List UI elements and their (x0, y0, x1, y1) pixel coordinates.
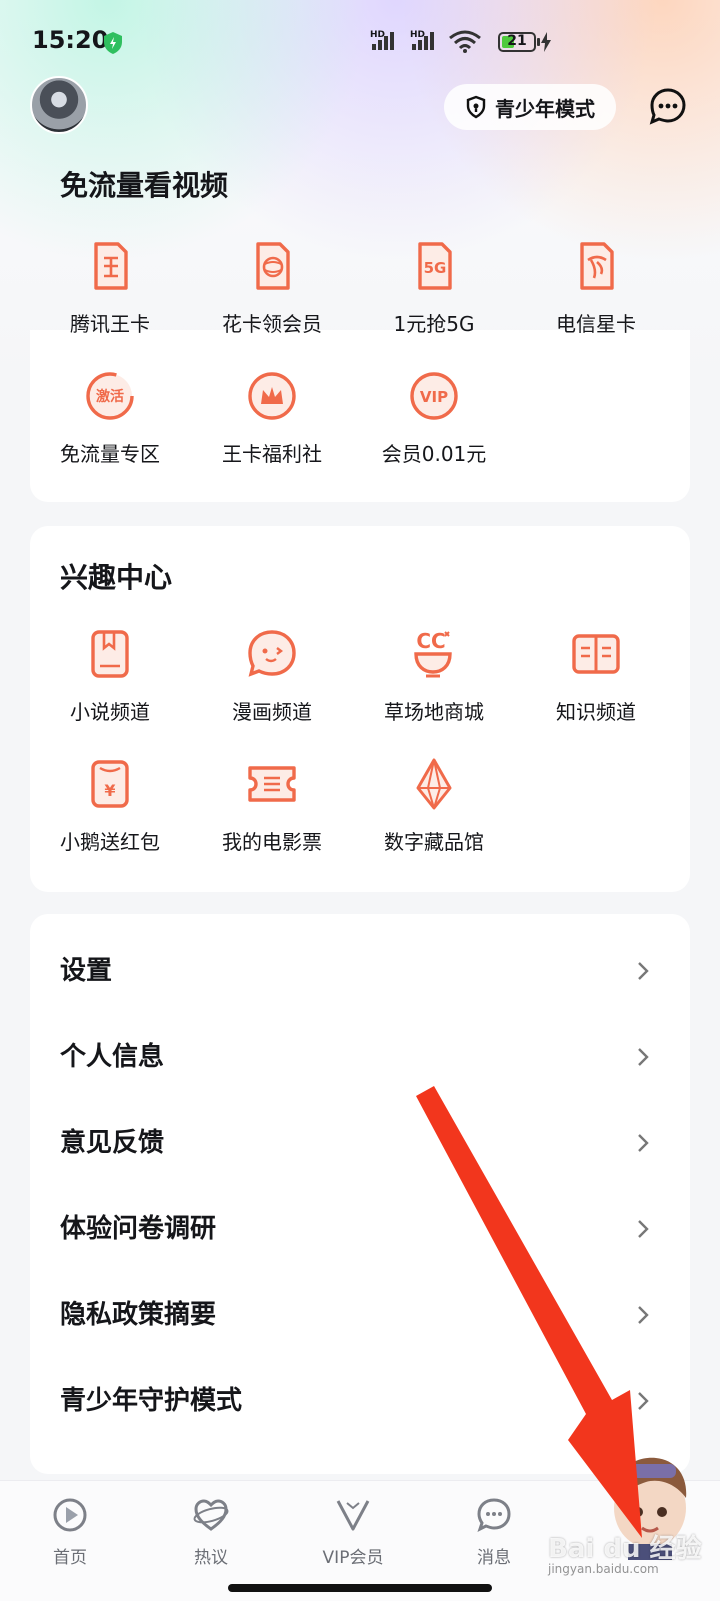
tab-label: VIP会员 (322, 1548, 384, 1568)
menu-item-teen-guard[interactable]: 青少年守护模式 (30, 1358, 690, 1444)
interest-item-novel[interactable]: 小说频道 (28, 624, 192, 725)
status-bar: 15:20 HD HD 21 (0, 0, 720, 80)
message-bubble-icon[interactable] (648, 86, 688, 126)
5g-sim-icon: 5G (418, 242, 452, 290)
huaka-sim-icon (256, 242, 290, 290)
diamond-icon (416, 758, 452, 810)
menu-item-privacy[interactable]: 隐私政策摘要 (30, 1272, 690, 1358)
interest-item-ticket[interactable]: 我的电影票 (190, 754, 354, 855)
interest-item-redpacket[interactable]: ¥ 小鹅送红包 (28, 754, 192, 855)
activate-icon: 激活 (86, 372, 134, 420)
menu-item-label: 意见反馈 (60, 1128, 165, 1158)
hot-topic-icon (193, 1499, 229, 1531)
menu-item-label: 个人信息 (60, 1042, 165, 1072)
tab-home[interactable]: 首页 (10, 1495, 130, 1568)
wangka-sim-icon (94, 242, 128, 290)
free-item-label: 电信星卡 (556, 312, 636, 336)
chevron-right-icon (638, 1306, 649, 1324)
free-item-label: 1元抢5G (393, 312, 475, 336)
baidu-watermark: Bai du 经验 (548, 1534, 702, 1564)
chevron-right-icon (638, 962, 649, 980)
free-data-title: 免流量看视频 (60, 169, 229, 202)
wifi-icon (449, 30, 481, 53)
tab-messages[interactable]: 消息 (434, 1495, 554, 1568)
tab-label: 首页 (53, 1548, 87, 1568)
user-avatar[interactable] (30, 76, 88, 134)
interest-item-collectibles[interactable]: 数字藏品馆 (352, 754, 516, 855)
telecom-sim-icon (580, 242, 614, 290)
chevron-right-icon (638, 1392, 649, 1410)
interest-item-label: 知识频道 (556, 700, 636, 724)
tab-vip[interactable]: VIP会员 (293, 1495, 413, 1568)
interest-item-label: 我的电影票 (222, 830, 322, 854)
interest-item-label: 小鹅送红包 (60, 830, 160, 854)
battery-icon: 21 (498, 32, 536, 52)
ticket-icon (248, 766, 296, 802)
interest-item-shop[interactable]: CC 草场地商城 (352, 624, 516, 725)
free-item-label: 腾讯王卡 (70, 312, 150, 336)
svg-text:5G: 5G (424, 259, 447, 277)
menu-item-feedback[interactable]: 意见反馈 (30, 1100, 690, 1186)
status-time: 15:20 (32, 26, 109, 54)
message-tab-icon (477, 1498, 511, 1532)
tab-hot[interactable]: 热议 (151, 1495, 271, 1568)
teen-mode-label: 青少年模式 (495, 96, 595, 121)
signal-1-icon (372, 32, 394, 50)
comic-face-icon (248, 630, 296, 677)
free-item-huaka[interactable]: 花卡领会员 (190, 236, 354, 337)
svg-text:VIP: VIP (420, 388, 448, 406)
svg-text:¥: ¥ (104, 781, 115, 800)
book-icon (91, 630, 129, 678)
menu-item-personal-info[interactable]: 个人信息 (30, 1014, 690, 1100)
free-item-telecom[interactable]: 电信星卡 (514, 236, 678, 337)
interest-item-label: 漫画频道 (232, 700, 312, 724)
teen-mode-button[interactable]: 青少年模式 (444, 84, 616, 130)
chevron-right-icon (638, 1220, 649, 1238)
menu-item-settings[interactable]: 设置 (30, 928, 690, 1014)
charging-bolt-icon (541, 32, 551, 52)
menu-item-label: 设置 (60, 956, 113, 986)
teen-shield-icon (466, 95, 486, 119)
chevron-right-icon (638, 1134, 649, 1152)
interest-item-label: 草场地商城 (384, 700, 484, 724)
baidu-watermark-url: jingyan.baidu.com (548, 1562, 659, 1576)
home-indicator (228, 1584, 492, 1592)
signal-2-icon (412, 32, 434, 50)
free-item-label: 王卡福利社 (222, 442, 322, 466)
interest-item-comic[interactable]: 漫画频道 (190, 624, 354, 725)
menu-item-label: 隐私政策摘要 (60, 1300, 217, 1330)
svg-text:CC: CC (416, 629, 445, 653)
free-item-label: 免流量专区 (60, 442, 160, 466)
free-item-label: 花卡领会员 (222, 312, 322, 336)
free-item-wangka[interactable]: 腾讯王卡 (28, 236, 192, 337)
free-item-5g[interactable]: 5G 1元抢5G (352, 236, 516, 337)
interest-item-knowledge[interactable]: 知识频道 (514, 624, 678, 725)
interest-item-label: 小说频道 (70, 700, 150, 724)
interest-item-label: 数字藏品馆 (384, 830, 484, 854)
battery-level: 21 (507, 33, 527, 49)
crown-icon (248, 372, 296, 420)
interest-title: 兴趣中心 (60, 561, 173, 594)
menu-item-label: 青少年守护模式 (60, 1386, 243, 1416)
tab-label: 热议 (194, 1548, 228, 1568)
free-item-vip[interactable]: VIP 会员0.01元 (352, 366, 516, 467)
red-packet-icon: ¥ (91, 760, 129, 808)
menu-item-label: 体验问卷调研 (60, 1214, 217, 1244)
security-shield-icon (104, 32, 122, 54)
shop-cc-icon: CC (414, 629, 452, 678)
free-item-welfare[interactable]: 王卡福利社 (190, 366, 354, 467)
vip-v-icon (336, 1500, 370, 1531)
vip-icon: VIP (410, 372, 458, 420)
home-play-icon (53, 1498, 87, 1532)
free-item-label: 会员0.01元 (381, 442, 487, 466)
free-item-zone[interactable]: 激活 免流量专区 (28, 366, 192, 467)
tab-label: 消息 (477, 1548, 511, 1568)
menu-item-survey[interactable]: 体验问卷调研 (30, 1186, 690, 1272)
svg-text:激活: 激活 (96, 388, 124, 405)
knowledge-icon (572, 634, 620, 674)
chevron-right-icon (638, 1048, 649, 1066)
